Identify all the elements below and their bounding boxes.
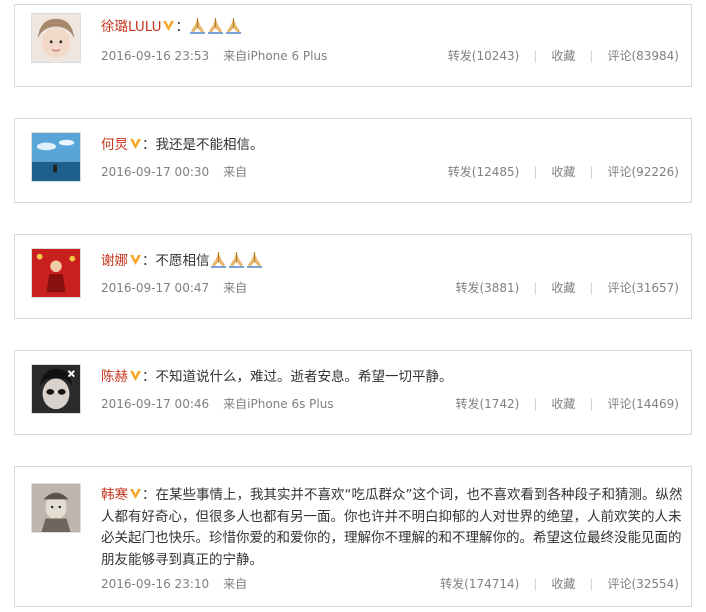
post-source: 来自 [223, 281, 248, 295]
praying-hands-icon [246, 252, 262, 268]
post-source: 来自iPhone 6 Plus [223, 49, 328, 63]
praying-hands-icon [228, 252, 244, 268]
weibo-post-card: 何炅 ：我还是不能相信。 2016-09-17 00:30 来自 转发(12485)… [14, 118, 692, 203]
action-divider: | [533, 577, 538, 591]
comment-button[interactable]: 评论(31657) [607, 281, 679, 295]
avatar[interactable] [31, 13, 81, 63]
favorite-button[interactable]: 收藏 [551, 281, 575, 295]
post-text: ： [175, 19, 189, 35]
weibo-post-card: 徐璐LULU： 2016-09-16 23:53 来自iPhone 6 Plus … [14, 4, 692, 87]
post-source: 来自 [223, 577, 248, 591]
post-text: ：我还是不能相信。 [142, 137, 264, 153]
verified-v-icon [130, 489, 141, 499]
weibo-post-card: 谢娜 ：不愿相信 2016-09-17 00:47 来自 转发(3881) | 收藏 | 评… [14, 234, 692, 319]
comment-button[interactable]: 评论(92226) [607, 165, 679, 179]
post-content: 韩寒 ：在某些事情上，我其实并不喜欢“吃瓜群众”这个词，也不喜欢看到各种段子和猜测… [101, 485, 683, 571]
action-divider: | [589, 577, 594, 591]
post-source: 来自iPhone 6s Plus [223, 397, 334, 411]
avatar[interactable] [31, 483, 81, 533]
weibo-post-card: 陈赫 ：不知道说什么，难过。逝者安息。希望一切平静。 2016-09-17 00:… [14, 350, 692, 435]
action-divider: | [533, 49, 538, 63]
favorite-button[interactable]: 收藏 [551, 397, 575, 411]
action-divider: | [533, 165, 538, 179]
post-content: 陈赫 ：不知道说什么，难过。逝者安息。希望一切平静。 [101, 367, 681, 388]
weibo-post-card: 韩寒 ：在某些事情上，我其实并不喜欢“吃瓜群众”这个词，也不喜欢看到各种段子和猜测… [14, 466, 692, 607]
author-name[interactable]: 陈赫 [101, 369, 128, 385]
favorite-button[interactable]: 收藏 [551, 49, 575, 63]
action-divider: | [533, 397, 538, 411]
post-actions: 转发(1742) | 收藏 | 评论(14469) [455, 396, 679, 412]
action-divider: | [533, 281, 538, 295]
post-actions: 转发(12485) | 收藏 | 评论(92226) [448, 164, 679, 180]
favorite-button[interactable]: 收藏 [551, 165, 575, 179]
repost-button[interactable]: 转发(174714) [440, 577, 519, 591]
post-meta: 2016-09-17 00:30 来自 [101, 164, 247, 180]
post-time[interactable]: 2016-09-17 00:46 [101, 397, 209, 411]
avatar[interactable] [31, 132, 81, 182]
avatar[interactable] [31, 364, 81, 414]
author-name[interactable]: 韩寒 [101, 487, 128, 503]
post-time[interactable]: 2016-09-16 23:10 [101, 577, 209, 591]
avatar[interactable] [31, 248, 81, 298]
action-divider: | [589, 281, 594, 295]
praying-hands-icon [189, 18, 205, 34]
post-meta: 2016-09-16 23:10 来自 [101, 576, 247, 592]
post-actions: 转发(3881) | 收藏 | 评论(31657) [455, 280, 679, 296]
praying-hands-icon [210, 252, 226, 268]
post-actions: 转发(174714) | 收藏 | 评论(32554) [440, 576, 679, 592]
author-name[interactable]: 何炅 [101, 137, 128, 153]
post-meta: 2016-09-16 23:53 来自iPhone 6 Plus [101, 48, 327, 64]
verified-v-icon [130, 371, 141, 381]
favorite-button[interactable]: 收藏 [551, 577, 575, 591]
post-meta: 2016-09-17 00:46 来自iPhone 6s Plus [101, 396, 334, 412]
action-divider: | [589, 165, 594, 179]
action-divider: | [589, 49, 594, 63]
praying-hands-icon [207, 18, 223, 34]
post-content: 谢娜 ：不愿相信 [101, 251, 681, 272]
author-name[interactable]: 徐璐LULU [101, 19, 161, 35]
repost-button[interactable]: 转发(12485) [448, 165, 520, 179]
post-content: 何炅 ：我还是不能相信。 [101, 135, 681, 156]
post-text: ：在某些事情上，我其实并不喜欢“吃瓜群众”这个词，也不喜欢看到各种段子和猜测。纵… [101, 487, 683, 568]
repost-button[interactable]: 转发(1742) [455, 397, 519, 411]
comment-button[interactable]: 评论(83984) [607, 49, 679, 63]
verified-v-icon [163, 21, 175, 31]
author-name[interactable]: 谢娜 [101, 253, 128, 269]
post-text: ：不知道说什么，难过。逝者安息。希望一切平静。 [142, 369, 453, 385]
post-meta: 2016-09-17 00:47 来自 [101, 280, 247, 296]
emoji-group [189, 18, 243, 35]
comment-button[interactable]: 评论(32554) [607, 577, 679, 591]
verified-v-icon [130, 255, 141, 265]
action-divider: | [589, 397, 594, 411]
repost-button[interactable]: 转发(3881) [455, 281, 519, 295]
repost-button[interactable]: 转发(10243) [448, 49, 520, 63]
post-actions: 转发(10243) | 收藏 | 评论(83984) [448, 48, 679, 64]
post-time[interactable]: 2016-09-16 23:53 [101, 49, 209, 63]
emoji-group [210, 252, 264, 269]
comment-button[interactable]: 评论(14469) [607, 397, 679, 411]
post-text: ：不愿相信 [142, 253, 210, 269]
post-source: 来自 [223, 165, 248, 179]
verified-v-icon [130, 139, 141, 149]
post-time[interactable]: 2016-09-17 00:30 [101, 165, 209, 179]
post-time[interactable]: 2016-09-17 00:47 [101, 281, 209, 295]
praying-hands-icon [225, 18, 241, 34]
post-content: 徐璐LULU ： [101, 17, 681, 38]
